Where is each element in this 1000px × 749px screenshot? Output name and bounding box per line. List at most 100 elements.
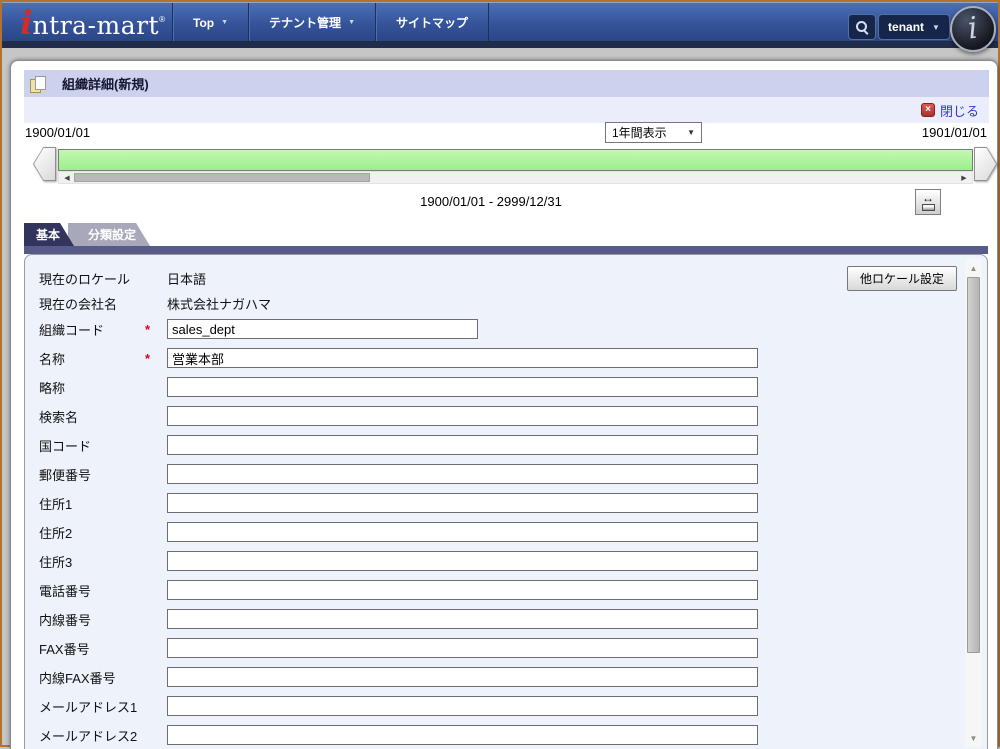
field-search-name[interactable] — [167, 406, 758, 426]
basic-tab-panel: 他ロケール設定 現在のロケール 日本語 現在の会社名 株式会社ナガハマ 組織コー… — [24, 254, 988, 749]
i-glyph: i — [966, 10, 980, 47]
form-row-fax: FAX番号 — [39, 638, 819, 658]
menu-tenant-admin[interactable]: テナント管理 ▼ — [248, 3, 375, 42]
form-row-address1: 住所1 — [39, 493, 819, 513]
form-row-field — [167, 464, 758, 484]
menu-sitemap-label: サイトマップ — [396, 16, 469, 30]
field-extension[interactable] — [167, 609, 758, 629]
close-icon: × — [920, 103, 935, 117]
document-icon — [30, 75, 46, 93]
scrollbar-left-arrow-icon[interactable]: ◀ — [61, 172, 73, 183]
form-row-phone: 電話番号 — [39, 580, 819, 600]
vertical-scrollbar-thumb[interactable] — [967, 277, 980, 653]
display-range-select[interactable]: 1年間表示 ▼ — [605, 122, 702, 143]
form-row-field — [167, 319, 478, 339]
form-row-field — [167, 406, 758, 426]
field-postal-code[interactable] — [167, 464, 758, 484]
field-address2[interactable] — [167, 522, 758, 542]
form-row-field — [167, 580, 758, 600]
field-email2[interactable] — [167, 725, 758, 745]
form-row-label: 内線FAX番号 — [39, 670, 116, 686]
form-row-label: 住所1 — [39, 496, 73, 512]
form-row-label: 郵便番号 — [39, 467, 92, 483]
organization-form: 現在のロケール 日本語 現在の会社名 株式会社ナガハマ 組織コード * 名称 *… — [39, 269, 819, 749]
chevron-down-icon: ▼ — [348, 19, 355, 26]
tab-strip: 基本 分類設定 — [24, 223, 150, 246]
field-phone[interactable] — [167, 580, 758, 600]
form-row-label: 名称 — [39, 351, 66, 367]
form-row-field — [167, 348, 758, 368]
form-row-country-code: 国コード — [39, 435, 819, 455]
field-address1[interactable] — [167, 493, 758, 513]
field-fax[interactable] — [167, 638, 758, 658]
fit-width-button[interactable]: ↔ — [915, 189, 941, 215]
menu-sitemap[interactable]: サイトマップ — [375, 3, 490, 42]
form-row-field: 日本語 — [167, 272, 207, 287]
form-row-label: 住所2 — [39, 525, 73, 541]
field-address3[interactable] — [167, 551, 758, 571]
other-locale-settings-button[interactable]: 他ロケール設定 — [847, 266, 957, 291]
form-row-email1: メールアドレス1 — [39, 696, 819, 716]
form-row-address3: 住所3 — [39, 551, 819, 571]
form-row-field — [167, 522, 758, 542]
field-email1[interactable] — [167, 696, 758, 716]
top-navigation-bar: i ntra-mart ® Top ▼ テナント管理 ▼ サイトマップ tenant… — [2, 2, 998, 48]
form-row-label: 電話番号 — [39, 583, 92, 599]
form-row-label: 国コード — [39, 438, 92, 454]
menu-top[interactable]: Top ▼ — [172, 3, 248, 42]
timeline-period-bar[interactable] — [58, 149, 973, 171]
main-menu: Top ▼ テナント管理 ▼ サイトマップ — [172, 3, 490, 42]
intra-mart-logo[interactable]: i ntra-mart ® — [20, 5, 165, 43]
chevron-down-icon: ▼ — [221, 19, 229, 26]
page-title: 組織詳細(新規) — [62, 77, 149, 92]
fit-width-icon: ↔ — [922, 190, 934, 205]
field-country-code[interactable] — [167, 435, 758, 455]
tab-category-settings[interactable]: 分類設定 — [68, 223, 150, 246]
chevron-down-icon: ▼ — [687, 128, 695, 137]
form-row-extension: 内線番号 — [39, 609, 819, 629]
form-row-name: 名称 * — [39, 348, 819, 368]
menu-tenant-admin-label: テナント管理 — [269, 16, 342, 30]
registered-mark: ® — [159, 15, 166, 24]
horizontal-scrollbar-thumb[interactable] — [74, 173, 370, 182]
form-row-field — [167, 638, 758, 658]
timeline-horizontal-scrollbar[interactable]: ◀ ▶ — [58, 171, 973, 184]
tab-basic-label: 基本 — [36, 228, 61, 242]
form-row-field — [167, 551, 758, 571]
field-extension-fax[interactable] — [167, 667, 758, 687]
form-row-email2: メールアドレス2 — [39, 725, 819, 745]
scrollbar-up-arrow-icon[interactable]: ▲ — [965, 261, 982, 275]
intra-mart-corner-logo[interactable]: i — [950, 6, 996, 52]
form-row-search-name: 検索名 — [39, 406, 819, 426]
form-row-label: 住所3 — [39, 554, 73, 570]
tenant-dropdown[interactable]: tenant ▼ — [878, 14, 950, 40]
menu-top-label: Top — [193, 15, 215, 30]
timeline-range-text: 1900/01/01 - 2999/12/31 — [420, 194, 562, 209]
search-icon — [855, 20, 869, 34]
panel-vertical-scrollbar[interactable]: ▲ ▼ — [965, 259, 982, 747]
field-org-code[interactable] — [167, 319, 478, 339]
form-row-address2: 住所2 — [39, 522, 819, 542]
form-row-label: FAX番号 — [39, 641, 90, 657]
form-row-label: 内線番号 — [39, 612, 92, 628]
field-name[interactable] — [167, 348, 758, 368]
search-button[interactable] — [848, 14, 876, 40]
scrollbar-down-arrow-icon[interactable]: ▼ — [965, 731, 982, 745]
timeline-scroll-left-button[interactable] — [33, 147, 56, 181]
form-row-field — [167, 435, 758, 455]
form-row-label: 現在の会社名 — [39, 297, 118, 312]
timeline-scroll-right-button[interactable] — [974, 147, 997, 181]
tab-category-settings-label: 分類設定 — [88, 228, 137, 242]
form-row-label: 略称 — [39, 380, 66, 396]
form-row-field — [167, 377, 758, 397]
scrollbar-right-arrow-icon[interactable]: ▶ — [958, 172, 970, 183]
form-row-field — [167, 609, 758, 629]
form-row-label: 組織コード — [39, 322, 105, 338]
close-button[interactable]: × 閉じる — [920, 101, 979, 120]
logo-initial: i — [20, 3, 33, 42]
tab-basic[interactable]: 基本 — [24, 223, 74, 246]
content-window: 組織詳細(新規) × 閉じる 1900/01/01 1年間表示 ▼ 1901/0… — [10, 60, 998, 749]
form-row-label: 検索名 — [39, 409, 79, 425]
field-short-name[interactable] — [167, 377, 758, 397]
form-row-field — [167, 696, 758, 716]
